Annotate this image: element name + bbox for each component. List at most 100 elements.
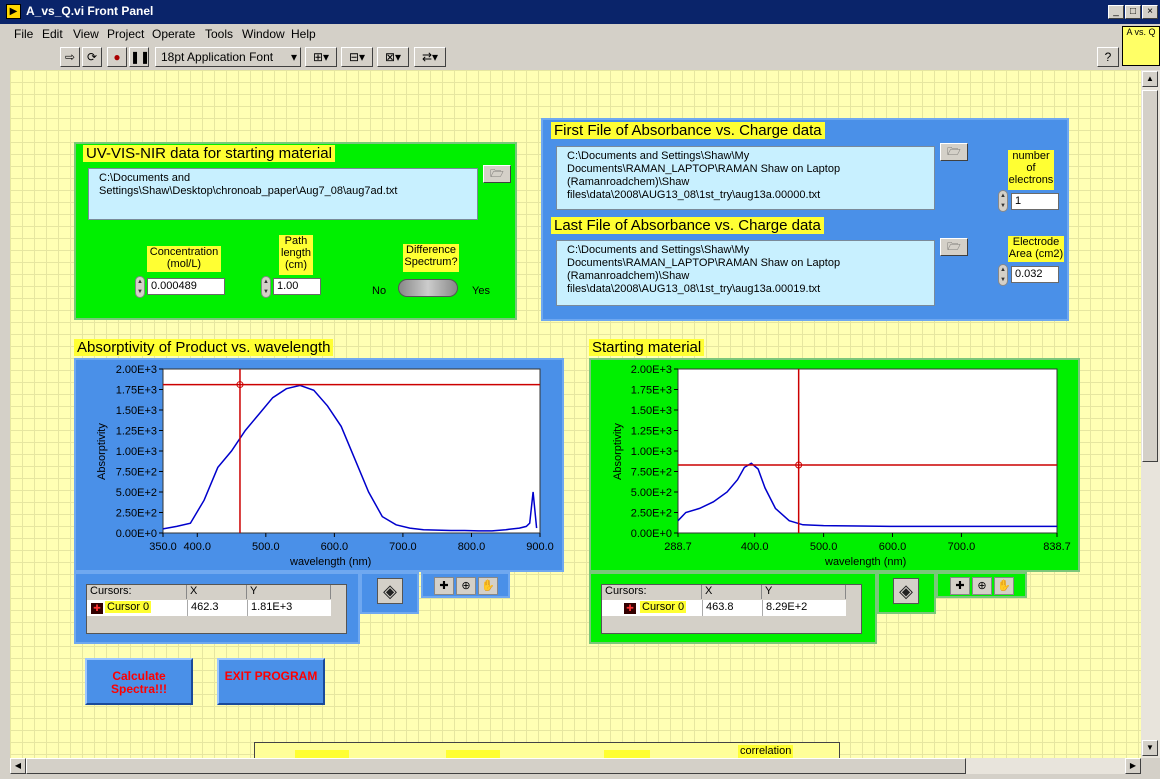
x-tick-label: 288.7 xyxy=(664,541,692,553)
y-tick-label: 0.00E+0 xyxy=(631,528,672,540)
cursor-move-diamond-icon[interactable]: ◈ xyxy=(377,578,403,604)
starting-graph[interactable]: 0.00E+0 2.50E+2 5.00E+2 7.50E+2 1.00E+3 1.25E… xyxy=(589,358,1080,572)
calculate-button[interactable]: Calculate Spectra!!! xyxy=(85,658,193,705)
pan-hand-icon[interactable]: ✋ xyxy=(994,577,1014,595)
cursor-y-value: 1.81E+3 xyxy=(247,600,331,616)
starting-cursor-table[interactable]: Cursors: X Y Cursor 0 ✚ 463.8 8.29E+2 xyxy=(601,584,862,634)
x-tick-label: 700.0 xyxy=(948,541,976,553)
chevron-down-icon: ▾ xyxy=(290,50,297,64)
menu-tools[interactable]: Tools xyxy=(205,27,233,41)
electrode-area-label: Electrode Area (cm2) xyxy=(1008,236,1064,262)
distribute-objects-icon[interactable]: ⊟▾ xyxy=(341,47,373,67)
electrode-area-input[interactable]: 0.032 xyxy=(1011,266,1059,283)
electrode-area-stepper[interactable]: ▲ ▼ xyxy=(998,264,1008,286)
first-file-path-input[interactable]: C:\Documents and Settings\Shaw\My Docume… xyxy=(556,146,935,210)
labview-icon: ▶ xyxy=(6,4,21,19)
starting-graph-title: Starting material xyxy=(589,339,705,356)
y-tick-label: 1.25E+3 xyxy=(116,426,157,438)
folder-open-icon[interactable]: 🗁 xyxy=(940,143,968,161)
x-tick-label: 800.0 xyxy=(458,541,486,553)
concentration-stepper[interactable]: ▲ ▼ xyxy=(135,276,145,298)
y-tick-label: 7.50E+2 xyxy=(631,467,672,479)
y-tick-label: 1.25E+3 xyxy=(631,426,672,438)
menu-view[interactable]: View xyxy=(73,27,99,41)
x-tick-label: 700.0 xyxy=(389,541,417,553)
product-cursor-table[interactable]: Cursors: X Y Cursor 0 ✚ 462.3 1.81E+3 xyxy=(86,584,347,634)
vertical-scroll-thumb[interactable] xyxy=(1142,90,1158,462)
y-tick-label: 1.00E+3 xyxy=(631,446,672,458)
x-tick-label: 900.0 xyxy=(526,541,554,553)
y-tick-label: 2.50E+2 xyxy=(116,508,157,520)
cursor-name[interactable]: Cursor 0 xyxy=(602,600,702,616)
exit-button[interactable]: EXIT PROGRAM xyxy=(217,658,325,705)
horizontal-scroll-thumb[interactable] xyxy=(26,758,966,774)
run-continuously-icon[interactable]: ⟳ xyxy=(82,47,102,67)
cursor-move-diamond-icon[interactable]: ◈ xyxy=(893,578,919,604)
cursor-y-value: 8.29E+2 xyxy=(762,600,846,616)
menu-file[interactable]: File xyxy=(14,27,33,41)
zoom-icon[interactable]: ⊕ xyxy=(456,577,476,595)
path-length-stepper[interactable]: ▲ ▼ xyxy=(261,276,271,298)
cursor-tool-icon[interactable]: ✚ xyxy=(434,577,454,595)
scroll-right-icon[interactable]: ▶ xyxy=(1125,758,1141,774)
y-tick-label: 5.00E+2 xyxy=(631,487,672,499)
electrons-input[interactable]: 1 xyxy=(1011,193,1059,210)
uvvis-path-input[interactable]: C:\Documents and Settings\Shaw\Desktop\c… xyxy=(88,168,478,220)
menu-edit[interactable]: Edit xyxy=(42,27,63,41)
help-icon[interactable]: ? xyxy=(1097,47,1119,67)
scroll-down-icon[interactable]: ▼ xyxy=(1142,740,1158,756)
x-tick-label: 400.0 xyxy=(741,541,769,553)
cursor-crosshair-icon: ✚ xyxy=(91,603,103,614)
close-button[interactable]: × xyxy=(1142,5,1158,19)
maximize-button[interactable]: □ xyxy=(1125,5,1141,19)
font-select[interactable]: 18pt Application Font ▾ xyxy=(155,47,301,67)
cursor-tool-icon[interactable]: ✚ xyxy=(950,577,970,595)
abort-icon[interactable]: ● xyxy=(107,47,127,67)
y-tick-label: 5.00E+2 xyxy=(116,487,157,499)
cursor-header-name: Cursors: xyxy=(87,585,187,599)
folder-open-icon[interactable]: 🗁 xyxy=(940,238,968,256)
y-tick-label: 1.75E+3 xyxy=(116,385,157,397)
menu-help[interactable]: Help xyxy=(291,27,316,41)
cursor-name-label: Cursor 0 xyxy=(640,601,687,613)
scroll-left-icon[interactable]: ◀ xyxy=(10,758,26,774)
difference-yes-label: Yes xyxy=(472,285,490,297)
minimize-button[interactable]: _ xyxy=(1108,5,1124,19)
cursor-header-x: X xyxy=(702,585,762,599)
difference-no-label: No xyxy=(372,285,387,297)
menu-project[interactable]: Project xyxy=(107,27,144,41)
y-tick-label: 7.50E+2 xyxy=(116,467,157,479)
concentration-input[interactable]: 0.000489 xyxy=(147,278,225,295)
starting-x-axis-label: wavelength (nm) xyxy=(825,556,907,568)
pan-hand-icon[interactable]: ✋ xyxy=(478,577,498,595)
reorder-icon[interactable]: ⇄▾ xyxy=(414,47,446,67)
x-tick-label: 400.0 xyxy=(184,541,212,553)
last-file-path-input[interactable]: C:\Documents and Settings\Shaw\My Docume… xyxy=(556,240,935,306)
starting-y-axis-label: Absorptivity xyxy=(612,423,624,480)
pause-icon[interactable]: ❚❚ xyxy=(129,47,150,67)
align-objects-icon[interactable]: ⊞▾ xyxy=(305,47,337,67)
scroll-up-icon[interactable]: ▲ xyxy=(1142,71,1158,87)
electrons-stepper[interactable]: ▲ ▼ xyxy=(998,190,1008,212)
run-arrow-icon[interactable]: ⇨ xyxy=(60,47,80,67)
product-graph[interactable]: 0.00E+0 2.50E+2 5.00E+2 7.50E+2 1.00E+3 1.25E… xyxy=(74,358,564,572)
menu-operate[interactable]: Operate xyxy=(152,27,195,41)
title-bar: ▶ A_vs_Q.vi Front Panel _ □ × xyxy=(0,0,1160,24)
zoom-icon[interactable]: ⊕ xyxy=(972,577,992,595)
product-x-axis-label: wavelength (nm) xyxy=(290,556,372,568)
path-length-input[interactable]: 1.00 xyxy=(273,278,321,295)
resize-objects-icon[interactable]: ⊠▾ xyxy=(377,47,409,67)
y-tick-label: 1.50E+3 xyxy=(116,405,157,417)
y-tick-label: 1.00E+3 xyxy=(116,446,157,458)
x-tick-label: 500.0 xyxy=(252,541,280,553)
difference-toggle[interactable] xyxy=(398,279,458,297)
menu-window[interactable]: Window xyxy=(242,27,285,41)
folder-open-icon[interactable]: 🗁 xyxy=(483,165,511,183)
electrons-label: number of electrons xyxy=(1008,150,1054,190)
bottom-label-2 xyxy=(446,750,500,758)
product-y-axis-label: Absorptivity xyxy=(96,423,108,480)
cursor-header-name: Cursors: xyxy=(602,585,702,599)
bottom-label-1 xyxy=(295,750,349,758)
cursor-x-value: 463.8 xyxy=(702,600,762,616)
cursor-header-x: X xyxy=(187,585,247,599)
